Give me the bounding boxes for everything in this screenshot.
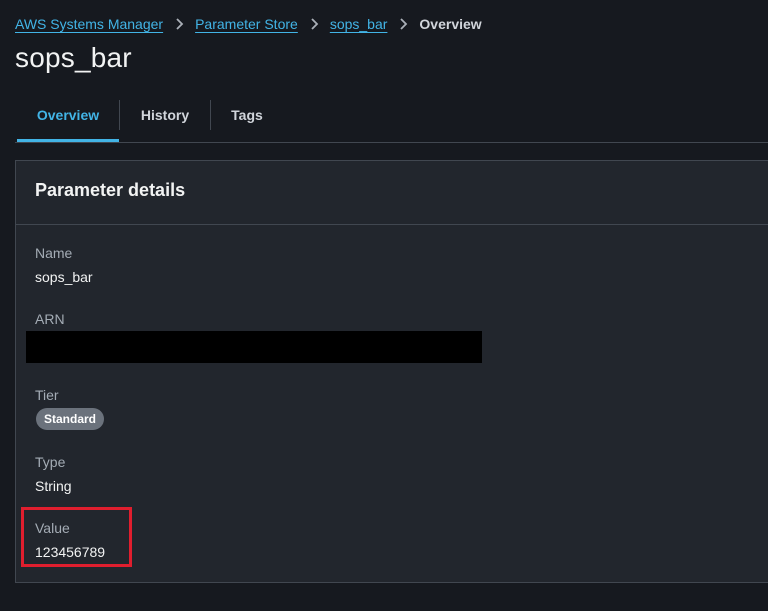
type-value: String bbox=[35, 478, 72, 494]
chevron-right-icon bbox=[163, 14, 195, 34]
breadcrumb-current: Overview bbox=[419, 16, 482, 32]
tabs-divider-line bbox=[15, 142, 768, 143]
tier-label: Tier bbox=[35, 387, 59, 403]
parameter-details-panel: Parameter details Name sops_bar ARN Tier… bbox=[15, 160, 768, 583]
name-label: Name bbox=[35, 245, 73, 261]
panel-title: Parameter details bbox=[35, 180, 186, 200]
breadcrumb-link-systems-manager[interactable]: AWS Systems Manager bbox=[15, 16, 163, 32]
breadcrumb-link-parameter-store[interactable]: Parameter Store bbox=[195, 16, 298, 32]
type-label: Type bbox=[35, 454, 66, 470]
tab-tags[interactable]: Tags bbox=[211, 96, 283, 142]
breadcrumb-link-sops-bar[interactable]: sops_bar bbox=[330, 16, 388, 32]
tab-history[interactable]: History bbox=[120, 96, 210, 142]
tab-list: Overview History Tags bbox=[17, 96, 283, 142]
value-highlight-box bbox=[21, 507, 132, 567]
tab-overview[interactable]: Overview bbox=[17, 96, 119, 142]
arn-value-redacted bbox=[26, 331, 482, 363]
name-value: sops_bar bbox=[35, 269, 93, 285]
chevron-right-icon bbox=[387, 14, 419, 34]
panel-header: Parameter details bbox=[16, 161, 768, 225]
page-title: sops_bar bbox=[15, 42, 132, 73]
arn-label: ARN bbox=[35, 311, 65, 327]
breadcrumb: AWS Systems Manager Parameter Store sops… bbox=[15, 14, 482, 34]
tier-badge: Standard bbox=[36, 408, 105, 430]
chevron-right-icon bbox=[298, 14, 330, 34]
